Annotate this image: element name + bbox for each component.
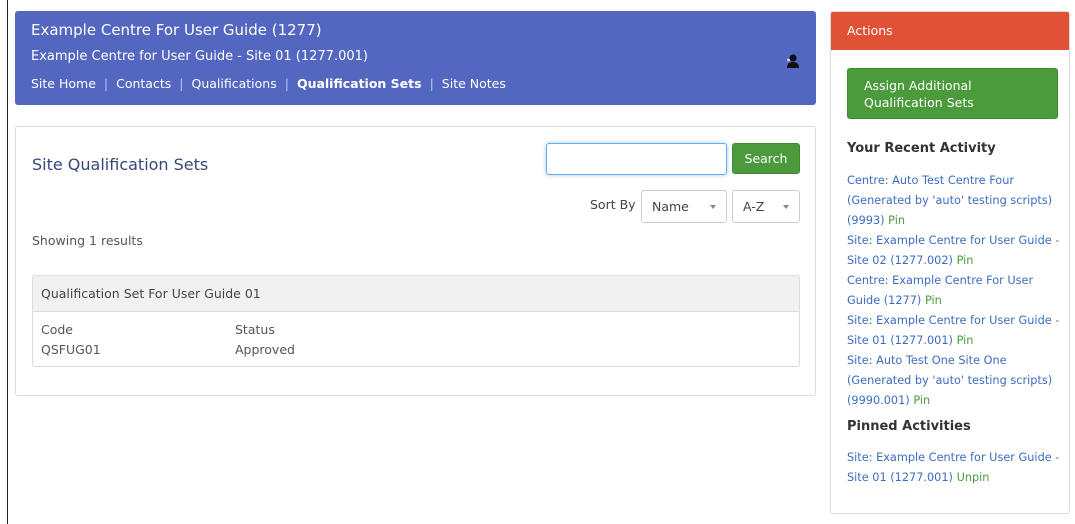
recent-activity-link[interactable]: Site: Example Centre for User Guide - Si…	[847, 314, 1059, 347]
nav-separator: |	[284, 76, 289, 91]
pin-link[interactable]: Pin	[957, 254, 974, 267]
sort-by-label: Sort By	[590, 197, 636, 212]
qualification-set-name[interactable]: Qualification Set For User Guide 01	[33, 276, 799, 312]
pin-link[interactable]: Pin	[957, 334, 974, 347]
recent-activity-list: Centre: Auto Test Centre Four (Generated…	[847, 171, 1062, 411]
nav-contacts[interactable]: Contacts	[116, 76, 171, 91]
qualification-set-card: Qualification Set For User Guide 01 Code…	[32, 275, 800, 367]
actions-panel: Actions Assign Additional Qualification S…	[830, 11, 1070, 514]
chevron-down-icon	[783, 205, 789, 209]
nav-qualifications[interactable]: Qualifications	[191, 76, 276, 91]
code-value: QSFUG01	[41, 342, 101, 357]
pinned-activities-heading: Pinned Activities	[847, 419, 971, 434]
results-count: Showing 1 results	[32, 233, 143, 248]
pinned-activity-link[interactable]: Site: Example Centre for User Guide - Si…	[847, 451, 1059, 484]
qualification-sets-panel: Site Qualification Sets Search Sort By N…	[15, 126, 816, 396]
list-item: Site: Example Centre for User Guide - Si…	[847, 448, 1062, 488]
code-label: Code	[41, 322, 74, 337]
sort-order-select[interactable]: A-Z	[732, 190, 800, 223]
nav-site-notes[interactable]: Site Notes	[442, 76, 506, 91]
nav-separator: |	[179, 76, 184, 91]
chevron-down-icon	[710, 205, 716, 209]
recent-activity-link[interactable]: Centre: Auto Test Centre Four (Generated…	[847, 174, 1052, 227]
status-column: Status Approved	[235, 320, 295, 360]
sort-field-value: Name	[652, 199, 689, 214]
sort-field-select[interactable]: Name	[641, 190, 727, 223]
status-value: Approved	[235, 342, 295, 357]
pin-link[interactable]: Pin	[888, 214, 905, 227]
pin-link[interactable]: Pin	[925, 294, 942, 307]
search-input[interactable]	[546, 143, 727, 175]
code-column: Code QSFUG01	[41, 320, 101, 360]
unpin-link[interactable]: Unpin	[957, 471, 990, 484]
recent-activity-heading: Your Recent Activity	[847, 141, 996, 156]
list-item: Site: Auto Test One Site One (Generated …	[847, 351, 1062, 411]
nav-separator: |	[429, 76, 434, 91]
assign-qualification-sets-button[interactable]: Assign Additional Qualification Sets	[847, 68, 1058, 119]
nav-qualification-sets[interactable]: Qualification Sets	[297, 76, 422, 91]
actions-heading: Actions	[831, 12, 1069, 50]
list-item: Site: Example Centre for User Guide - Si…	[847, 231, 1062, 271]
search-button[interactable]: Search	[732, 143, 800, 174]
centre-title: Example Centre For User Guide (1277)	[31, 21, 322, 39]
assign-button-line2: Qualification Sets	[864, 94, 974, 110]
pin-link[interactable]: Pin	[913, 394, 930, 407]
pinned-activity-list: Site: Example Centre for User Guide - Si…	[847, 448, 1062, 488]
site-title: Example Centre for User Guide - Site 01 …	[31, 49, 368, 64]
recent-activity-link[interactable]: Site: Example Centre for User Guide - Si…	[847, 234, 1059, 267]
list-item: Centre: Example Centre For User Guide (1…	[847, 271, 1062, 311]
page-title: Site Qualification Sets	[32, 155, 209, 174]
window-edge	[7, 0, 8, 524]
recent-activity-link[interactable]: Site: Auto Test One Site One (Generated …	[847, 354, 1052, 407]
assign-button-line1: Assign Additional	[864, 77, 972, 93]
qualification-set-details: Code QSFUG01 Status Approved	[33, 312, 799, 366]
list-item: Centre: Auto Test Centre Four (Generated…	[847, 171, 1062, 231]
site-nav: Site Home | Contacts | Qualifications | Qualif…	[31, 75, 800, 93]
user-silhouette-icon[interactable]	[786, 53, 800, 69]
status-label: Status	[235, 322, 275, 337]
sort-order-value: A-Z	[743, 199, 765, 214]
list-item: Site: Example Centre for User Guide - Si…	[847, 311, 1062, 351]
site-header: Example Centre For User Guide (1277) Exa…	[15, 11, 816, 105]
nav-site-home[interactable]: Site Home	[31, 76, 96, 91]
nav-separator: |	[103, 76, 109, 91]
